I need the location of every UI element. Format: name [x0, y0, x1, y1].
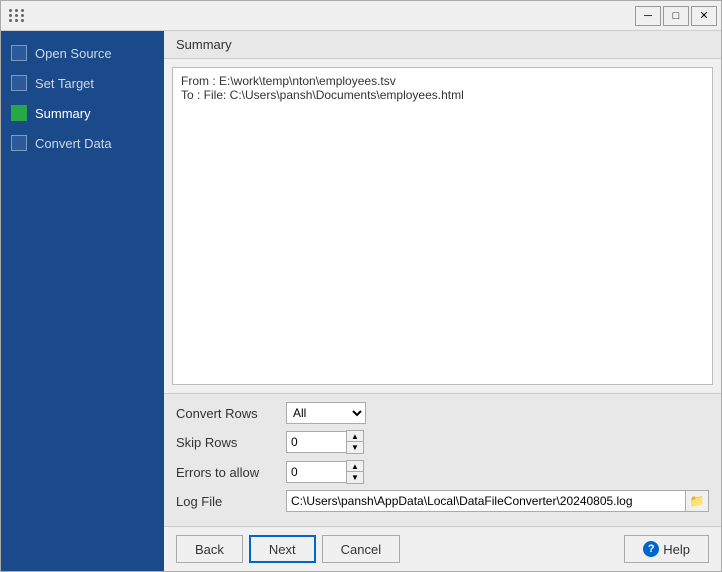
- cancel-button[interactable]: Cancel: [322, 535, 400, 563]
- bottom-bar: Back Next Cancel ? Help: [164, 526, 721, 571]
- window-controls: ─ □ ✕: [635, 6, 717, 26]
- skip-rows-spinner: ▲ ▼: [286, 430, 364, 454]
- help-icon: ?: [643, 541, 659, 557]
- bottom-left-buttons: Back Next Cancel: [176, 535, 400, 563]
- skip-rows-spinner-buttons: ▲ ▼: [346, 430, 364, 454]
- skip-rows-label: Skip Rows: [176, 435, 286, 450]
- folder-icon: 📁: [690, 494, 705, 508]
- sidebar-label-summary: Summary: [35, 106, 91, 121]
- minimize-button[interactable]: ─: [635, 6, 661, 26]
- log-file-input[interactable]: [286, 490, 685, 512]
- errors-control: ▲ ▼: [286, 460, 364, 484]
- log-file-browse-button[interactable]: 📁: [685, 490, 709, 512]
- panel-header: Summary: [164, 31, 721, 59]
- summary-line-to: To : File: C:\Users\pansh\Documents\empl…: [181, 88, 704, 102]
- step-indicator-open-source: [11, 45, 27, 61]
- next-button[interactable]: Next: [249, 535, 316, 563]
- errors-spinner-buttons: ▲ ▼: [346, 460, 364, 484]
- title-bar: ─ □ ✕: [1, 1, 721, 31]
- options-panel: Convert Rows All Custom Skip Rows: [164, 393, 721, 526]
- errors-input[interactable]: [286, 461, 346, 483]
- errors-up-button[interactable]: ▲: [347, 461, 363, 472]
- sidebar-label-convert-data: Convert Data: [35, 136, 112, 151]
- back-button[interactable]: Back: [176, 535, 243, 563]
- right-panel: Summary From : E:\work\temp\nton\employe…: [164, 31, 721, 571]
- sidebar-label-set-target: Set Target: [35, 76, 94, 91]
- skip-rows-row: Skip Rows ▲ ▼: [176, 430, 709, 454]
- skip-rows-control: ▲ ▼: [286, 430, 364, 454]
- help-label: Help: [663, 542, 690, 557]
- sidebar-item-convert-data[interactable]: Convert Data: [1, 129, 164, 157]
- step-indicator-convert-data: [11, 135, 27, 151]
- sidebar-item-summary[interactable]: Summary: [1, 99, 164, 127]
- errors-spinner: ▲ ▼: [286, 460, 364, 484]
- log-file-label: Log File: [176, 494, 286, 509]
- convert-rows-label: Convert Rows: [176, 406, 286, 421]
- main-window: ─ □ ✕ Open Source Set Target Summary Con…: [0, 0, 722, 572]
- errors-down-button[interactable]: ▼: [347, 472, 363, 483]
- sidebar: Open Source Set Target Summary Convert D…: [1, 31, 164, 571]
- maximize-button[interactable]: □: [663, 6, 689, 26]
- summary-line-from: From : E:\work\temp\nton\employees.tsv: [181, 74, 704, 88]
- step-indicator-set-target: [11, 75, 27, 91]
- convert-rows-select[interactable]: All Custom: [286, 402, 366, 424]
- sidebar-item-open-source[interactable]: Open Source: [1, 39, 164, 67]
- step-indicator-summary: [11, 105, 27, 121]
- summary-area: From : E:\work\temp\nton\employees.tsv T…: [172, 67, 713, 385]
- skip-rows-input[interactable]: [286, 431, 346, 453]
- convert-rows-row: Convert Rows All Custom: [176, 402, 709, 424]
- log-file-row: Log File 📁: [176, 490, 709, 512]
- close-button[interactable]: ✕: [691, 6, 717, 26]
- skip-rows-down-button[interactable]: ▼: [347, 442, 363, 453]
- errors-row: Errors to allow ▲ ▼: [176, 460, 709, 484]
- sidebar-label-open-source: Open Source: [35, 46, 112, 61]
- convert-rows-control: All Custom: [286, 402, 366, 424]
- bottom-right-buttons: ? Help: [624, 535, 709, 563]
- errors-label: Errors to allow: [176, 465, 286, 480]
- skip-rows-up-button[interactable]: ▲: [347, 431, 363, 442]
- main-content: Open Source Set Target Summary Convert D…: [1, 31, 721, 571]
- sidebar-item-set-target[interactable]: Set Target: [1, 69, 164, 97]
- help-button[interactable]: ? Help: [624, 535, 709, 563]
- drag-handle: [5, 5, 29, 26]
